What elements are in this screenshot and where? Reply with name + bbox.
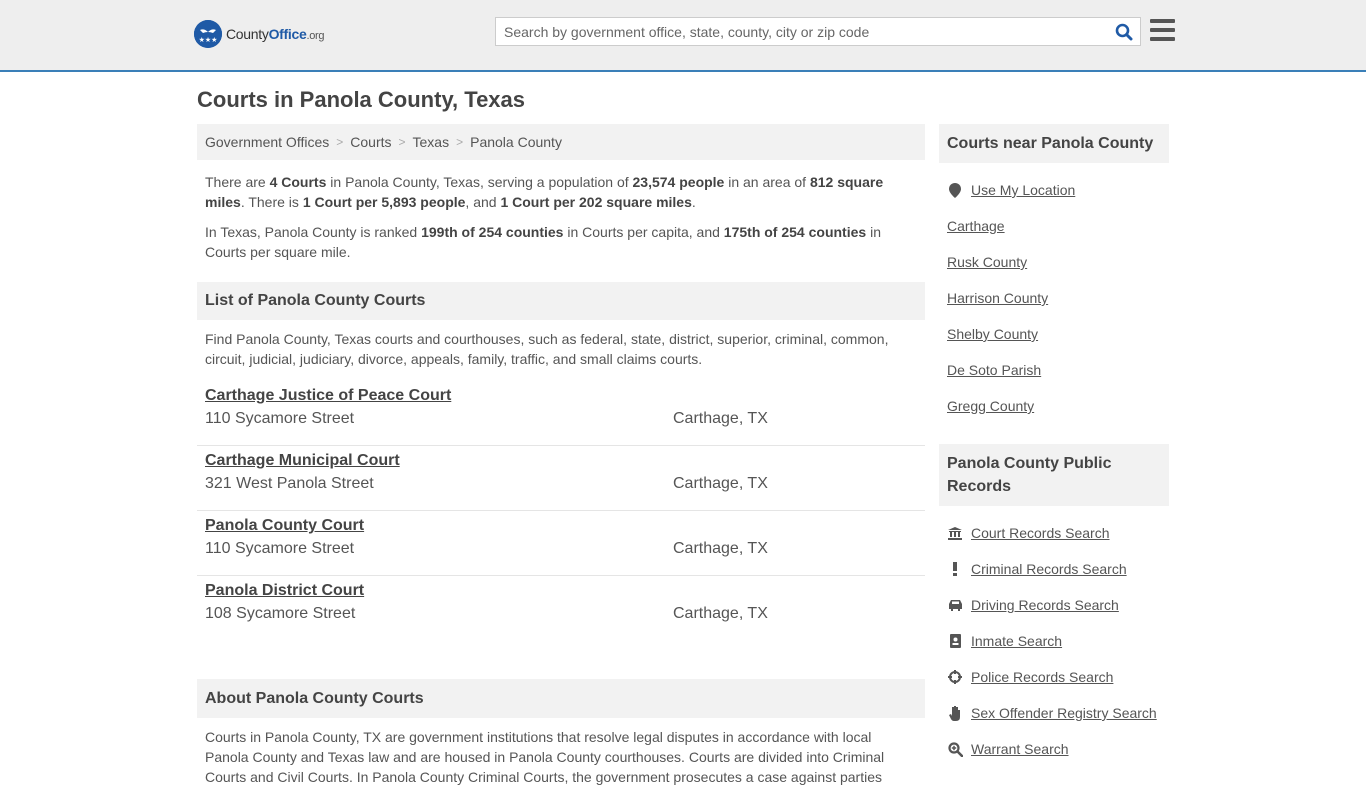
- breadcrumb-courts[interactable]: Courts: [350, 134, 391, 150]
- about-text: Courts in Panola County, TX are governme…: [205, 729, 885, 785]
- court-name-link[interactable]: Panola County Court: [205, 517, 364, 535]
- breadcrumb-separator: >: [336, 135, 344, 149]
- search-icon: [1115, 23, 1133, 40]
- sex-offender-registry-search-link[interactable]: Sex Offender Registry Search: [971, 705, 1157, 721]
- nearby-link-harrison-county[interactable]: Harrison County: [947, 290, 1048, 306]
- court-list-item: Panola District Court 108 Sycamore Stree…: [197, 576, 925, 641]
- driving-records-search-link[interactable]: Driving Records Search: [971, 597, 1119, 613]
- court-address: 110 Sycamore Street: [205, 540, 355, 557]
- nearby-item: Gregg County: [947, 388, 1161, 424]
- nearby-link-carthage[interactable]: Carthage: [947, 218, 1005, 234]
- main-content: Government Offices > Courts > Texas > Panol…: [197, 124, 925, 787]
- nearby-courts-heading: Courts near Panola County: [939, 124, 1169, 163]
- inmate-search-link[interactable]: Inmate Search: [971, 633, 1062, 649]
- map-pin-icon: [947, 182, 963, 198]
- breadcrumb-separator: >: [398, 135, 406, 149]
- about-heading: About Panola County Courts: [197, 679, 925, 718]
- car-icon: [947, 599, 963, 611]
- nearby-item: Harrison County: [947, 280, 1161, 316]
- nearby-item: De Soto Parish: [947, 352, 1161, 388]
- court-address: 110 Sycamore Street: [205, 410, 355, 427]
- court-list-item: Carthage Municipal Court 321 West Panola…: [197, 446, 925, 511]
- sidebar: Courts near Panola County Use My Locatio…: [939, 124, 1169, 767]
- page-title: Courts in Panola County, Texas: [197, 87, 526, 112]
- records-item: Sex Offender Registry Search: [947, 695, 1161, 731]
- eagle-logo-icon: ★★★: [194, 20, 222, 48]
- court-city: Carthage, TX: [673, 540, 768, 557]
- court-list-item: Panola County Court 110 Sycamore Street C…: [197, 511, 925, 576]
- records-item: Criminal Records Search: [947, 551, 1161, 587]
- court-city: Carthage, TX: [673, 410, 768, 427]
- search-input[interactable]: [496, 18, 1108, 45]
- court-city: Carthage, TX: [673, 475, 768, 492]
- court-address: 108 Sycamore Street: [205, 605, 356, 622]
- intro-stats: There are 4 Courts in Panola County, Tex…: [205, 174, 884, 210]
- nearby-item: Rusk County: [947, 244, 1161, 280]
- id-badge-icon: [947, 634, 963, 648]
- records-item: Driving Records Search: [947, 587, 1161, 623]
- warrant-search-link[interactable]: Warrant Search: [971, 741, 1069, 757]
- criminal-records-search-link[interactable]: Criminal Records Search: [971, 561, 1127, 577]
- hand-icon: [947, 705, 963, 721]
- nearby-link-shelby-county[interactable]: Shelby County: [947, 326, 1038, 342]
- courts-list-heading: List of Panola County Courts: [197, 282, 925, 320]
- court-name-link[interactable]: Carthage Municipal Court: [205, 452, 400, 470]
- records-item: Inmate Search: [947, 623, 1161, 659]
- nearby-link-gregg-county[interactable]: Gregg County: [947, 398, 1034, 414]
- nearby-item: Carthage: [947, 208, 1161, 244]
- nearby-list: Use My Location Carthage Rusk County Har…: [939, 163, 1169, 424]
- police-records-search-link[interactable]: Police Records Search: [971, 669, 1113, 685]
- court-city: Carthage, TX: [673, 605, 768, 622]
- records-item: Court Records Search: [947, 515, 1161, 551]
- court-name-link[interactable]: Carthage Justice of Peace Court: [205, 387, 451, 405]
- courts-list: Carthage Justice of Peace Court 110 Syca…: [197, 381, 925, 641]
- court-name-link[interactable]: Panola District Court: [205, 582, 364, 600]
- breadcrumb-separator: >: [456, 135, 464, 149]
- use-my-location-link[interactable]: Use My Location: [971, 182, 1075, 198]
- court-records-search-link[interactable]: Court Records Search: [971, 525, 1110, 541]
- use-location-item: Use My Location: [947, 172, 1161, 208]
- exclamation-icon: [947, 562, 963, 576]
- site-header: ★★★ CountyOffice.org: [0, 0, 1366, 72]
- public-records-heading: Panola County Public Records: [939, 444, 1169, 506]
- search-bar: [495, 17, 1141, 46]
- nearby-link-de-soto-parish[interactable]: De Soto Parish: [947, 362, 1041, 378]
- nearby-item: Shelby County: [947, 316, 1161, 352]
- courts-list-description: Find Panola County, Texas courts and cou…: [205, 331, 889, 367]
- courthouse-icon: [947, 526, 963, 540]
- records-item: Warrant Search: [947, 731, 1161, 767]
- court-address: 321 West Panola Street: [205, 475, 374, 492]
- search-button[interactable]: [1108, 18, 1140, 45]
- public-records-list: Court Records Search Criminal Records Se…: [939, 506, 1169, 767]
- court-list-item: Carthage Justice of Peace Court 110 Syca…: [197, 381, 925, 446]
- crosshair-icon: [947, 670, 963, 684]
- logo-wordmark: CountyOffice.org: [226, 26, 325, 42]
- records-item: Police Records Search: [947, 659, 1161, 695]
- breadcrumb-government-offices[interactable]: Government Offices: [205, 134, 329, 150]
- breadcrumb: Government Offices > Courts > Texas > Panol…: [197, 124, 925, 160]
- intro-rankings: In Texas, Panola County is ranked 199th …: [205, 224, 881, 260]
- svg-text:★★★: ★★★: [199, 36, 218, 44]
- magnify-icon: [947, 741, 963, 757]
- nearby-link-rusk-county[interactable]: Rusk County: [947, 254, 1027, 270]
- breadcrumb-texas[interactable]: Texas: [413, 134, 450, 150]
- breadcrumb-current: Panola County: [470, 134, 562, 150]
- site-logo[interactable]: ★★★ CountyOffice.org: [194, 20, 325, 48]
- hamburger-menu-icon[interactable]: [1150, 19, 1175, 41]
